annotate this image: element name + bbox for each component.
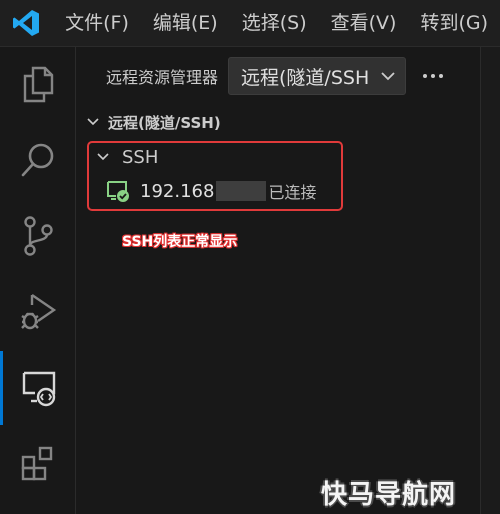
watermark: 快马导航网 xyxy=(321,480,457,510)
ssh-group-row[interactable]: SSH xyxy=(96,145,158,169)
source-control-icon xyxy=(23,216,53,256)
activity-explorer[interactable] xyxy=(0,47,75,121)
extensions-icon xyxy=(21,446,52,481)
menu-go[interactable]: 转到(G) xyxy=(408,0,500,46)
sidebar-header: 远程资源管理器 远程(隧道/SSH xyxy=(76,47,480,105)
menu-selection[interactable]: 选择(S) xyxy=(230,0,319,46)
activity-source-control[interactable] xyxy=(0,199,75,273)
activity-bar xyxy=(0,47,76,514)
ssh-host-row[interactable]: 192.168 已连接 xyxy=(106,178,316,204)
chevron-down-icon xyxy=(381,72,395,81)
ellipsis-icon xyxy=(423,74,444,78)
chevron-down-icon xyxy=(97,153,109,161)
run-debug-icon xyxy=(20,294,56,330)
editor-edge xyxy=(480,47,500,514)
redacted-address-mask xyxy=(216,181,267,201)
activity-remote-explorer[interactable] xyxy=(0,351,75,425)
menu-edit[interactable]: 编辑(E) xyxy=(141,0,230,46)
host-address: 192.168 xyxy=(140,180,215,202)
chevron-down-icon xyxy=(87,118,99,126)
activity-run-debug[interactable] xyxy=(0,275,75,349)
section-title: 远程(隧道/SSH) xyxy=(108,113,221,132)
activity-extensions[interactable] xyxy=(0,427,75,501)
remote-type-select[interactable]: 远程(隧道/SSH xyxy=(228,57,407,95)
ssh-group-label: SSH xyxy=(122,146,159,168)
menu-file[interactable]: 文件(F) xyxy=(51,0,141,46)
remote-type-select-value: 远程(隧道/SSH xyxy=(241,66,370,89)
menu-bar: 文件(F) 编辑(E) 选择(S) 查看(V) 转到(G) xyxy=(51,0,500,46)
search-icon xyxy=(21,143,53,177)
remote-explorer-sidebar: 远程资源管理器 远程(隧道/SSH 远程(隧道/SSH) SSH 192.168… xyxy=(76,47,480,514)
more-actions-button[interactable] xyxy=(420,63,446,89)
host-status: 已连接 xyxy=(268,183,317,202)
title-bar: 文件(F) 编辑(E) 选择(S) 查看(V) 转到(G) xyxy=(0,0,500,47)
section-header-remote[interactable]: 远程(隧道/SSH) xyxy=(76,109,480,135)
remote-explorer-icon xyxy=(22,371,56,407)
annotation-label: SSH列表正常显示 xyxy=(122,234,238,250)
connected-monitor-icon xyxy=(107,181,129,202)
explorer-icon xyxy=(23,66,53,103)
vscode-logo-icon xyxy=(0,0,51,46)
activity-search[interactable] xyxy=(0,123,75,197)
menu-view[interactable]: 查看(V) xyxy=(319,0,409,46)
sidebar-title: 远程资源管理器 xyxy=(106,68,219,87)
